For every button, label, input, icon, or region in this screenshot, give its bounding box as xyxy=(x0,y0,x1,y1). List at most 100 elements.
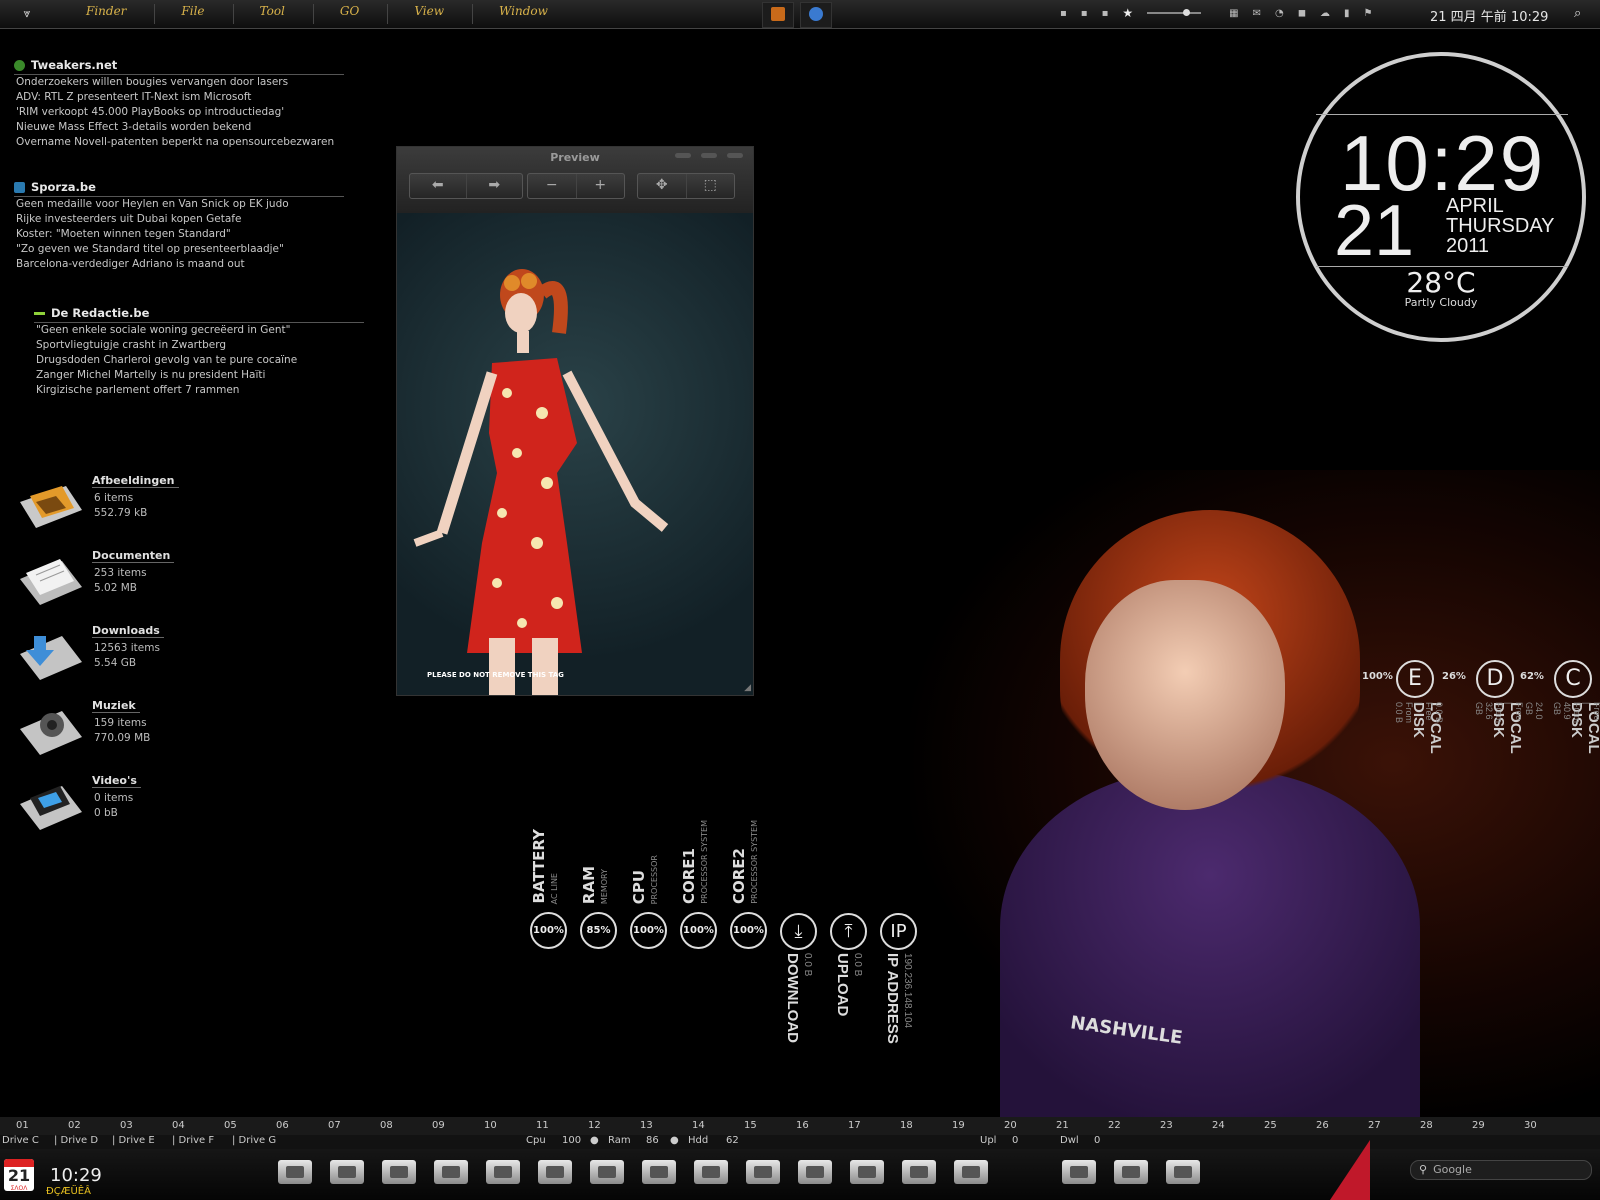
zoom-button[interactable] xyxy=(701,153,717,158)
news-headline[interactable]: Koster: "Moeten winnen tegen Standard" xyxy=(14,227,344,242)
drive-f-link[interactable]: | Drive F xyxy=(172,1135,214,1146)
folder-downloads[interactable]: Downloads 12563 items 5.54 GB xyxy=(14,624,174,694)
public-folder-icon[interactable] xyxy=(850,1156,884,1186)
day-number[interactable]: 11 xyxy=(536,1120,549,1131)
day-number[interactable]: 10 xyxy=(484,1120,497,1131)
menu-file[interactable]: File xyxy=(154,4,205,24)
select-tool-icon[interactable]: ⬚ xyxy=(687,174,735,198)
news-headline[interactable]: Nieuwe Mass Effect 3-details worden beke… xyxy=(14,120,344,135)
day-number[interactable]: 23 xyxy=(1160,1120,1173,1131)
drive-e-link[interactable]: | Drive E xyxy=(112,1135,155,1146)
day-number[interactable]: 20 xyxy=(1004,1120,1017,1131)
drive-c-link[interactable]: Drive C xyxy=(2,1135,39,1146)
spotlight-icon[interactable]: ⌕ xyxy=(1574,6,1581,21)
battery-icon[interactable]: ▮ xyxy=(1344,8,1350,19)
applications-folder-icon[interactable] xyxy=(538,1156,572,1186)
rss-icon[interactable]: ◔ xyxy=(1275,8,1284,19)
preview-titlebar[interactable]: Preview ⬅ ➡ − + ✥ ⬚ xyxy=(397,147,753,213)
move-tool-icon[interactable]: ✥ xyxy=(638,174,687,198)
folder-afbeeldingen[interactable]: Afbeeldingen 6 items 552.79 kB xyxy=(14,474,179,544)
news-headline[interactable]: 'RIM verkoopt 45.000 PlayBooks op introd… xyxy=(14,105,344,120)
menu-tool[interactable]: Tool xyxy=(232,4,285,24)
drive-g-link[interactable]: | Drive G xyxy=(232,1135,276,1146)
favorites-folder-icon[interactable] xyxy=(902,1156,936,1186)
day-number[interactable]: 22 xyxy=(1108,1120,1121,1131)
users-folder-icon[interactable] xyxy=(330,1156,364,1186)
news-source[interactable]: Sporza.be xyxy=(31,180,96,194)
news-headline[interactable]: Kirgizische parlement offert 7 rammen xyxy=(34,383,364,398)
chat-icon[interactable]: ◼ xyxy=(1298,8,1306,19)
calendar-icon[interactable]: 21 ΣΛΟΛ xyxy=(4,1159,34,1192)
menubar-clock[interactable]: 21 四月 午前 10:29 xyxy=(1430,6,1548,25)
library-folder-icon[interactable] xyxy=(1114,1156,1148,1186)
photoshop-folder-icon[interactable] xyxy=(434,1156,468,1186)
itunes-folder-icon[interactable] xyxy=(642,1156,676,1186)
search-folder-icon[interactable] xyxy=(1062,1156,1096,1186)
games-folder-icon[interactable] xyxy=(1166,1156,1200,1186)
news-headline[interactable]: Zanger Michel Martelly is nu president H… xyxy=(34,368,364,383)
folder-documenten[interactable]: Documenten 253 items 5.02 MB xyxy=(14,549,175,619)
volume-slider[interactable] xyxy=(1147,9,1202,16)
photo-folder-icon[interactable] xyxy=(798,1156,832,1186)
day-number[interactable]: 19 xyxy=(952,1120,965,1131)
mail-icon[interactable]: ✉ xyxy=(1253,8,1261,19)
day-number[interactable]: 26 xyxy=(1316,1120,1329,1131)
news-source[interactable]: De Redactie.be xyxy=(51,306,149,320)
news-headline[interactable]: Geen medaille voor Heylen en Van Snick o… xyxy=(14,197,344,212)
news-headline[interactable]: "Geen enkele sociale woning gecreëerd in… xyxy=(34,323,364,338)
zoom-out-icon[interactable]: − xyxy=(528,174,577,198)
cloud-icon[interactable]: ☁ xyxy=(1320,8,1330,19)
pictures-folder-icon[interactable] xyxy=(382,1156,416,1186)
day-number[interactable]: 05 xyxy=(224,1120,237,1131)
news-headline[interactable]: Sportvliegtuigje crasht in Zwartberg xyxy=(34,338,364,353)
news-headline[interactable]: Overname Novell-patenten beperkt na open… xyxy=(14,135,344,150)
flag-icon[interactable]: ⚑ xyxy=(1364,8,1373,19)
news-headline[interactable]: Barcelona-verdediger Adriano is maand ou… xyxy=(14,257,344,272)
day-number[interactable]: 06 xyxy=(276,1120,289,1131)
day-number[interactable]: 09 xyxy=(432,1120,445,1131)
news-headline[interactable]: Rijke investeerders uit Dubai kopen Geta… xyxy=(14,212,344,227)
drive-d-link[interactable]: | Drive D xyxy=(54,1135,98,1146)
bullet-icon[interactable]: ▪ xyxy=(1102,8,1109,19)
news-headline[interactable]: Onderzoekers willen bougies vervangen do… xyxy=(14,75,344,90)
star-icon[interactable]: ★ xyxy=(1122,6,1133,20)
day-number[interactable]: 24 xyxy=(1212,1120,1225,1131)
next-arrow-icon[interactable]: ➡ xyxy=(467,174,523,198)
menu-window[interactable]: Window xyxy=(472,4,548,24)
day-number[interactable]: 15 xyxy=(744,1120,757,1131)
day-number[interactable]: 16 xyxy=(796,1120,809,1131)
day-number[interactable]: 01 xyxy=(16,1120,29,1131)
news-headline[interactable]: ADV: RTL Z presenteert IT-Next ism Micro… xyxy=(14,90,344,105)
close-button[interactable] xyxy=(727,153,743,158)
folder-videos[interactable]: Video's 0 items 0 bB xyxy=(14,774,174,844)
bullet-icon[interactable]: ▪ xyxy=(1081,8,1088,19)
previous-arrow-icon[interactable]: ⬅ xyxy=(410,174,467,198)
day-number[interactable]: 02 xyxy=(68,1120,81,1131)
apple-logo-icon[interactable]: ⩔ xyxy=(16,6,38,22)
resize-grip-icon[interactable]: ◢ xyxy=(744,683,751,693)
desktop-folder-icon[interactable] xyxy=(954,1156,988,1186)
photo-app-icon[interactable] xyxy=(762,2,794,28)
globe-app-icon[interactable] xyxy=(800,2,832,28)
day-number[interactable]: 12 xyxy=(588,1120,601,1131)
news-headline[interactable]: Drugsdoden Charleroi gevolg van te pure … xyxy=(34,353,364,368)
day-number[interactable]: 28 xyxy=(1420,1120,1433,1131)
folder-muziek[interactable]: Muziek 159 items 770.09 MB xyxy=(14,699,174,769)
menu-finder[interactable]: Finder xyxy=(62,4,126,24)
day-number[interactable]: 07 xyxy=(328,1120,341,1131)
day-number[interactable]: 14 xyxy=(692,1120,705,1131)
day-number[interactable]: 27 xyxy=(1368,1120,1381,1131)
day-number[interactable]: 30 xyxy=(1524,1120,1537,1131)
minimize-button[interactable] xyxy=(675,153,691,158)
menu-view[interactable]: View xyxy=(387,4,444,24)
news-headline[interactable]: "Zo geven we Standard titel op presentee… xyxy=(14,242,344,257)
day-number[interactable]: 08 xyxy=(380,1120,393,1131)
day-number[interactable]: 18 xyxy=(900,1120,913,1131)
downloads-folder-icon[interactable] xyxy=(590,1156,624,1186)
day-number[interactable]: 04 xyxy=(172,1120,185,1131)
zoom-in-icon[interactable]: + xyxy=(577,174,625,198)
day-number[interactable]: 17 xyxy=(848,1120,861,1131)
google-search-input[interactable]: ⚲ Google xyxy=(1410,1160,1592,1180)
display-icon[interactable]: ▦ xyxy=(1229,8,1238,19)
day-number[interactable]: 25 xyxy=(1264,1120,1277,1131)
